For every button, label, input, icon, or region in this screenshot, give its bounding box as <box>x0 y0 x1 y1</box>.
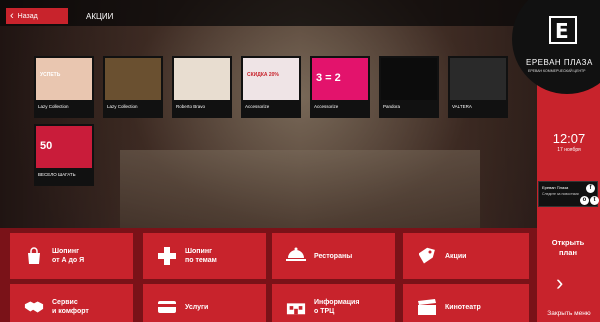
card-icon <box>157 297 177 317</box>
plus-cross-icon <box>157 246 177 266</box>
top-bar <box>0 0 537 26</box>
open-plan-label: Открыть план <box>551 238 585 257</box>
menu-button[interactable]: Кинотеатр <box>403 284 529 322</box>
promo-tile[interactable]: 3 = 2 Accessorize <box>310 56 370 118</box>
promo-label: Lazy Collection <box>38 104 69 109</box>
clapperboard-icon <box>417 297 437 317</box>
menu-button[interactable]: Информация о ТРЦ <box>272 284 395 322</box>
promo-image: 50 <box>36 126 92 168</box>
promo-label: Lazy Collection <box>107 104 138 109</box>
promo-tile[interactable]: VALTERA <box>448 56 508 118</box>
promo-label: VALTERA <box>452 104 472 109</box>
promo-badge: 3 = 2 <box>316 72 341 84</box>
promo-image: СКИДКА 20% <box>243 58 299 100</box>
chevron-left-icon: ‹ <box>10 9 14 22</box>
menu-button-label: Кинотеатр <box>445 303 481 311</box>
social-name: Ереван Плаза <box>542 185 569 190</box>
clock: 12:07 17 ноября <box>540 131 598 153</box>
promo-tile[interactable]: СКИДКА 20% Accessorize <box>241 56 301 118</box>
back-button-label: Назад <box>17 12 38 20</box>
social-widget[interactable]: Ереван Плаза Следите за новостями f o t <box>538 181 599 207</box>
promo-image: УСПЕТЬ <box>36 58 92 100</box>
menu-button-label: Шопинг от А до Я <box>52 248 85 264</box>
menu-button[interactable]: Рестораны <box>272 233 395 279</box>
cloche-icon <box>286 246 306 266</box>
menu-button-label: Акции <box>445 252 467 260</box>
menu-button[interactable]: Акции <box>403 233 529 279</box>
building-icon <box>286 297 306 317</box>
brand-name: ЕРЕВАН ПЛАЗА <box>526 58 593 67</box>
shopping-bag-icon <box>24 246 44 266</box>
promo-image <box>450 58 506 100</box>
odnoklassniki-icon[interactable]: o <box>580 196 589 205</box>
close-menu-button[interactable]: Закрыть меню <box>540 310 598 317</box>
clock-date: 17 ноября <box>557 147 581 153</box>
logo-icon: Е <box>549 16 577 44</box>
promo-image <box>381 58 437 100</box>
promo-tile[interactable]: Lazy Collection <box>103 56 163 118</box>
promo-tile[interactable]: Roberto Bravo <box>172 56 232 118</box>
menu-button-label: Рестораны <box>314 252 353 260</box>
promo-label: Accessorize <box>245 104 270 109</box>
menu-button-label: Информация о ТРЦ <box>314 299 360 315</box>
promo-image <box>174 58 230 100</box>
menu-button[interactable]: Шопинг по темам <box>143 233 266 279</box>
twitter-icon[interactable]: t <box>590 196 599 205</box>
promo-tile[interactable]: УСПЕТЬ Lazy Collection <box>34 56 94 118</box>
promo-label: Pandora <box>383 104 401 109</box>
promo-badge: УСПЕТЬ <box>40 72 61 78</box>
social-text: Следите за новостями <box>542 192 579 196</box>
back-button[interactable]: ‹ Назад <box>6 8 68 24</box>
clock-time: 12:07 <box>552 131 586 146</box>
promo-label: Accessorize <box>314 104 339 109</box>
promo-badge: 50 <box>40 140 53 152</box>
promo-label: Roberto Bravo <box>176 104 206 109</box>
open-plan-button[interactable]: Открыть план <box>538 232 598 268</box>
promo-label: ВЕСЕЛО ШАГАТЬ <box>38 172 76 177</box>
brand-tagline: ЕРЕВАН КОММЕРЧЕСКИЙ ЦЕНТР <box>528 69 586 73</box>
menu-button-label: Сервис и комфорт <box>52 299 89 315</box>
menu-button[interactable]: Шопинг от А до Я <box>10 233 133 279</box>
handshake-icon <box>24 297 44 317</box>
menu-button-label: Услуги <box>185 303 209 311</box>
promo-image <box>105 58 161 100</box>
promo-image: 3 = 2 <box>312 58 368 100</box>
promo-badge: СКИДКА 20% <box>247 72 279 78</box>
price-tag-icon <box>417 246 437 266</box>
promo-tile[interactable]: Pandora <box>379 56 439 118</box>
menu-button[interactable]: Сервис и комфорт <box>10 284 133 322</box>
menu-button-label: Шопинг по темам <box>185 248 217 264</box>
promo-tile[interactable]: 50 ВЕСЕЛО ШАГАТЬ <box>34 124 94 186</box>
menu-button[interactable]: Услуги <box>143 284 266 322</box>
facebook-icon[interactable]: f <box>586 184 595 193</box>
chevron-right-icon[interactable]: › <box>556 272 563 294</box>
breadcrumb: АКЦИИ <box>86 12 114 21</box>
